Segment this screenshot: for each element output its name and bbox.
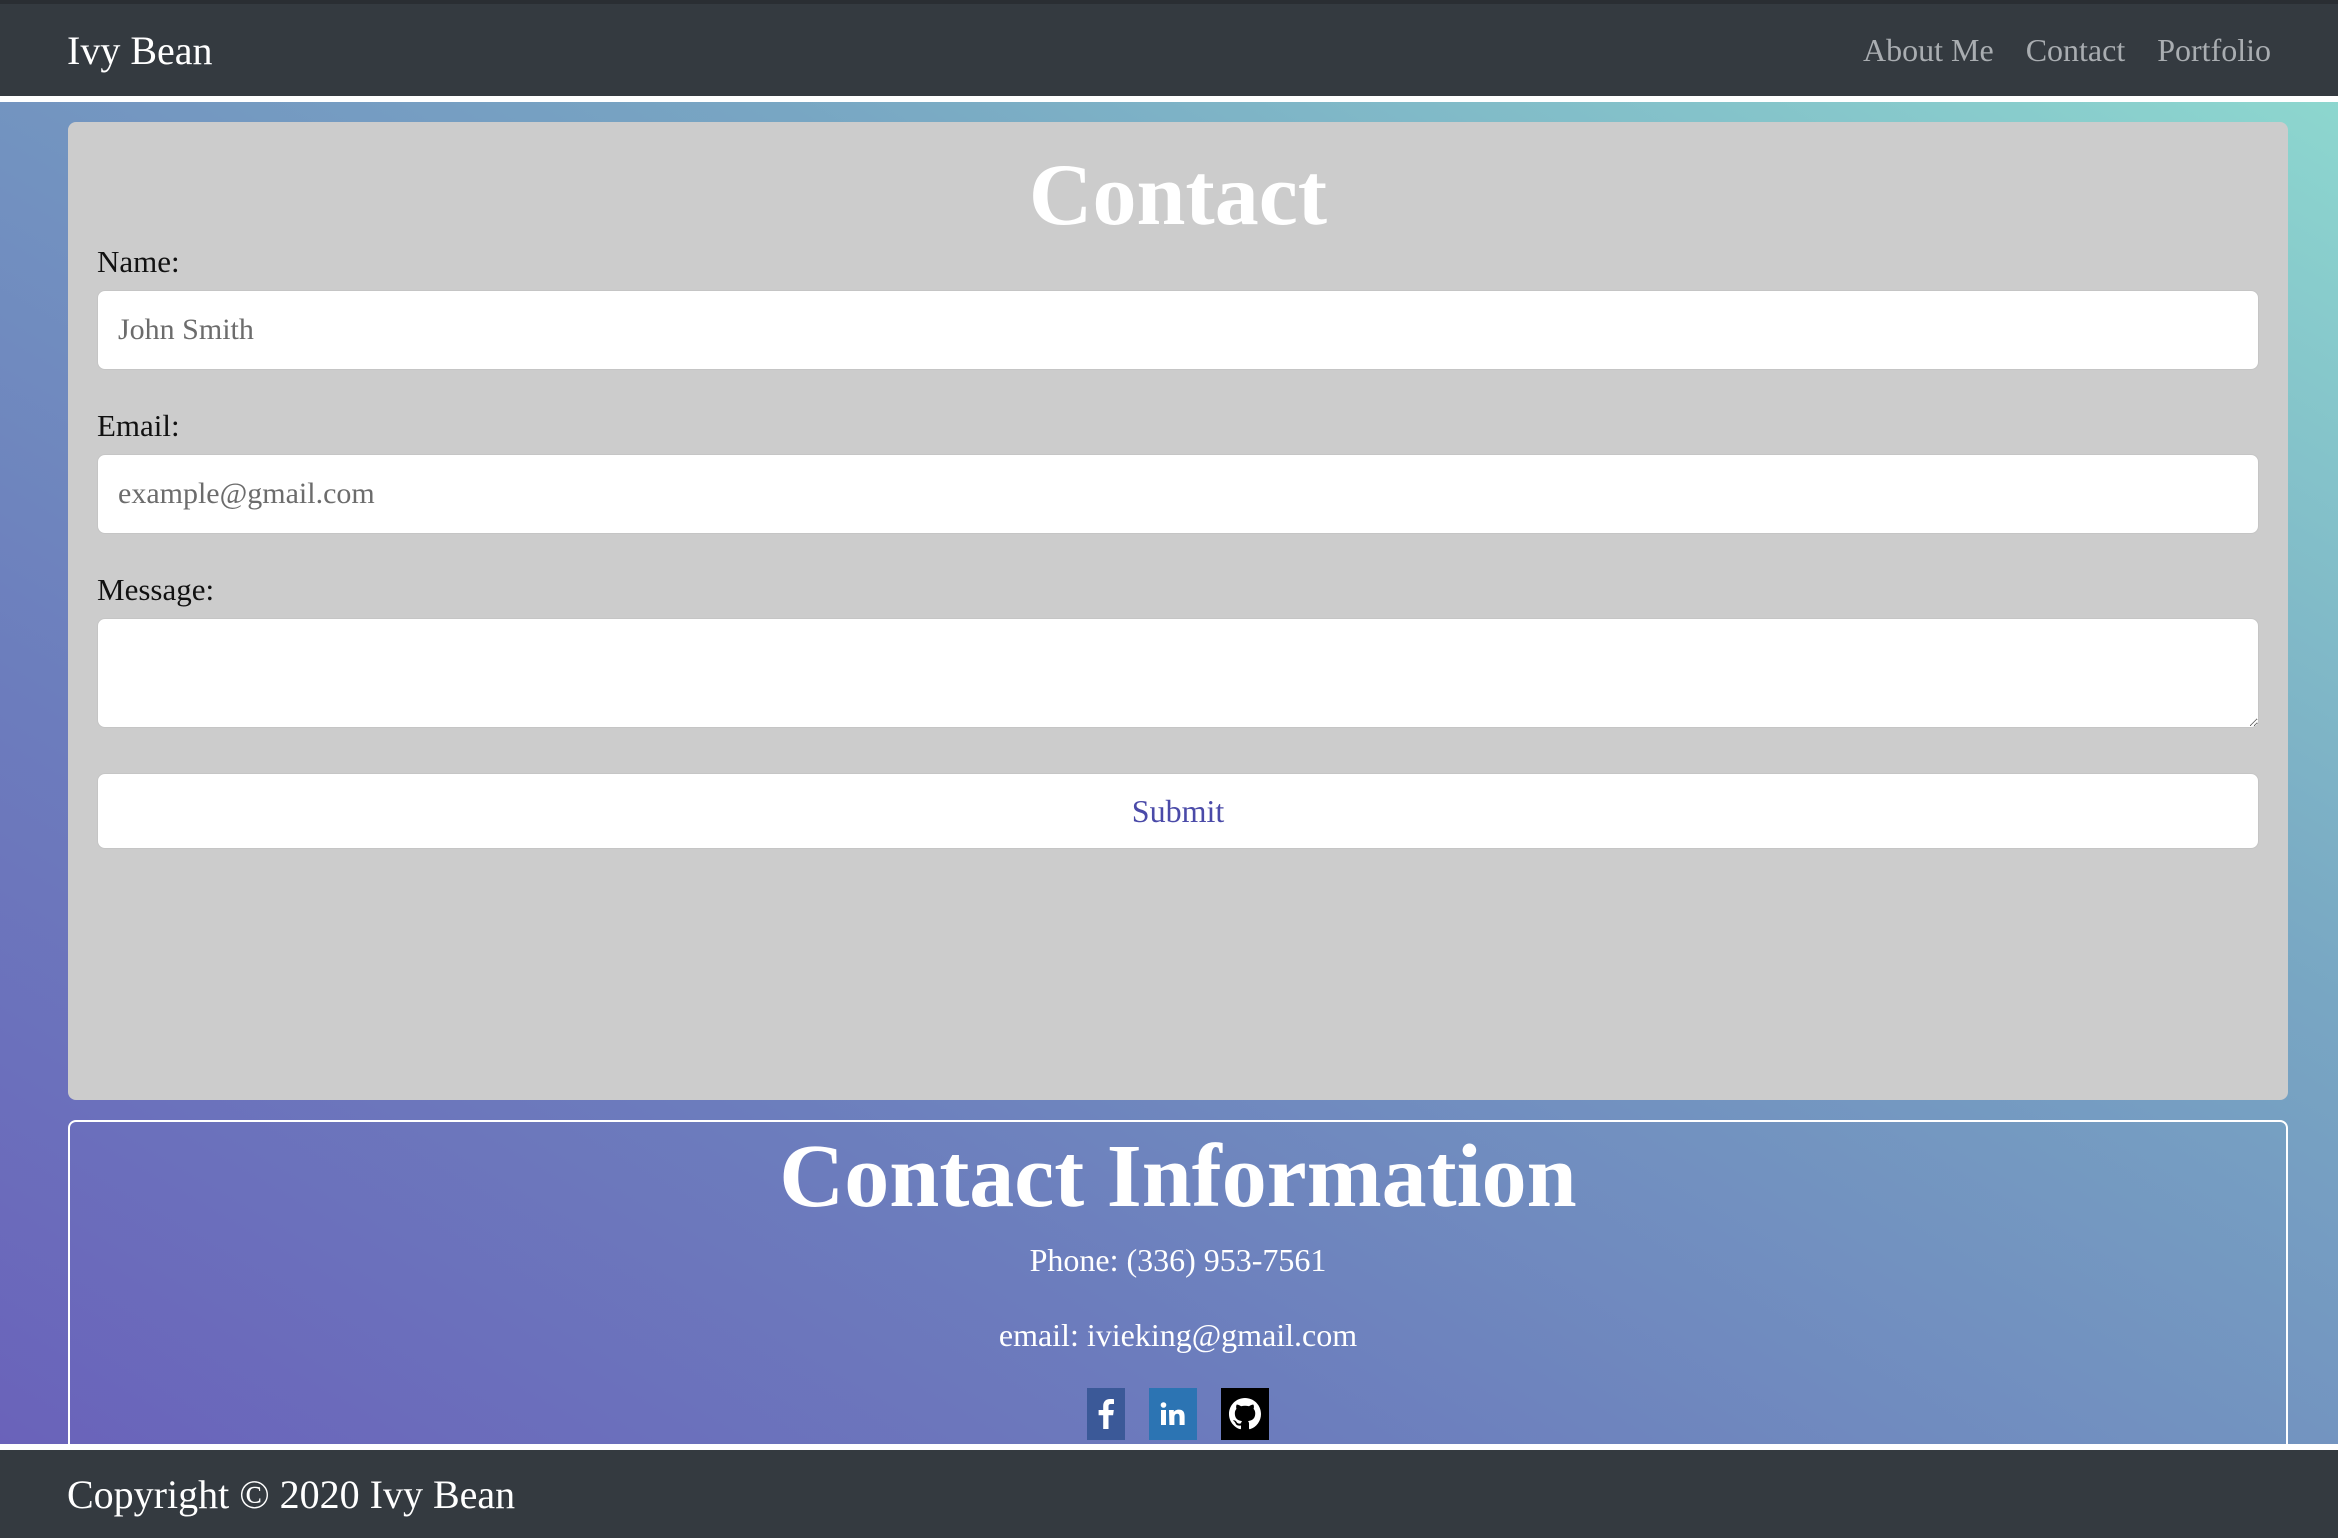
contact-information-title: Contact Information: [779, 1127, 1577, 1226]
social-links: [70, 1388, 2286, 1440]
footer: Copyright © 2020 Ivy Bean: [0, 1444, 2338, 1538]
nav-links: About Me Contact Portfolio: [1863, 32, 2271, 69]
nav-link-contact[interactable]: Contact: [2026, 32, 2126, 69]
name-group: Name:: [97, 244, 2259, 370]
copyright-text: Copyright © 2020 Ivy Bean: [67, 1471, 516, 1517]
name-input[interactable]: [97, 290, 2259, 370]
navbar: Ivy Bean About Me Contact Portfolio: [0, 0, 2338, 102]
message-group: Message:: [97, 572, 2259, 728]
submit-button[interactable]: Submit: [97, 773, 2259, 849]
brand-logo-text[interactable]: Ivy Bean: [67, 27, 213, 74]
message-textarea[interactable]: [97, 618, 2259, 728]
github-icon[interactable]: [1221, 1388, 1269, 1440]
email-label: Email:: [97, 408, 180, 443]
email-input[interactable]: [97, 454, 2259, 534]
contact-form-card: Contact Name: Email: Message: Submit: [68, 122, 2288, 1100]
message-label: Message:: [97, 572, 215, 607]
nav-link-about-me[interactable]: About Me: [1863, 32, 1994, 69]
contact-title: Contact: [1028, 147, 1328, 244]
github-glyph: [1229, 1398, 1261, 1430]
email-group: Email:: [97, 408, 2259, 534]
facebook-icon[interactable]: [1087, 1388, 1125, 1440]
linkedin-icon[interactable]: [1149, 1388, 1197, 1440]
nav-link-portfolio[interactable]: Portfolio: [2157, 32, 2271, 69]
contact-information-card: Contact Information Phone: (336) 953-756…: [68, 1120, 2288, 1450]
email-text: email: ivieking@gmail.com: [998, 1317, 1358, 1353]
facebook-glyph: [1098, 1399, 1114, 1429]
linkedin-glyph: [1160, 1402, 1185, 1425]
phone-text: Phone: (336) 953-7561: [1029, 1242, 1327, 1278]
name-label: Name:: [97, 244, 180, 279]
